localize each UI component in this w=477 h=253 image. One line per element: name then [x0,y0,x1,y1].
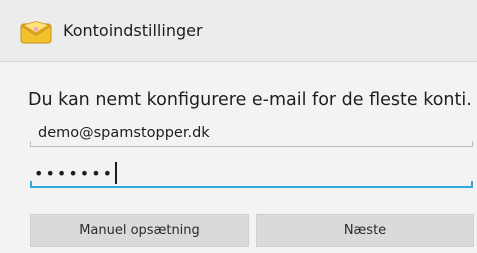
password-underline-right-edge [471,181,473,188]
email-underline [30,146,473,147]
password-field[interactable]: ••••••• [30,158,473,188]
email-underline-right-edge [472,141,473,147]
password-input[interactable] [30,158,473,188]
account-setup-screen: Kontoindstillinger Du kan nemt konfigure… [0,0,477,253]
button-bar: Manuel opsætning Næste [0,203,477,253]
password-underline [30,186,473,188]
intro-text: Du kan nemt konfigurere e-mail for de fl… [28,90,472,110]
email-field[interactable] [30,119,473,147]
email-envelope-icon [19,20,53,45]
email-input[interactable] [30,119,473,147]
manual-setup-button[interactable]: Manuel opsætning [30,214,249,247]
password-underline-left-edge [30,181,32,188]
next-button[interactable]: Næste [256,214,474,247]
window-title: Kontoindstillinger [63,21,203,40]
title-bar: Kontoindstillinger [0,0,477,62]
email-underline-left-edge [30,141,31,147]
